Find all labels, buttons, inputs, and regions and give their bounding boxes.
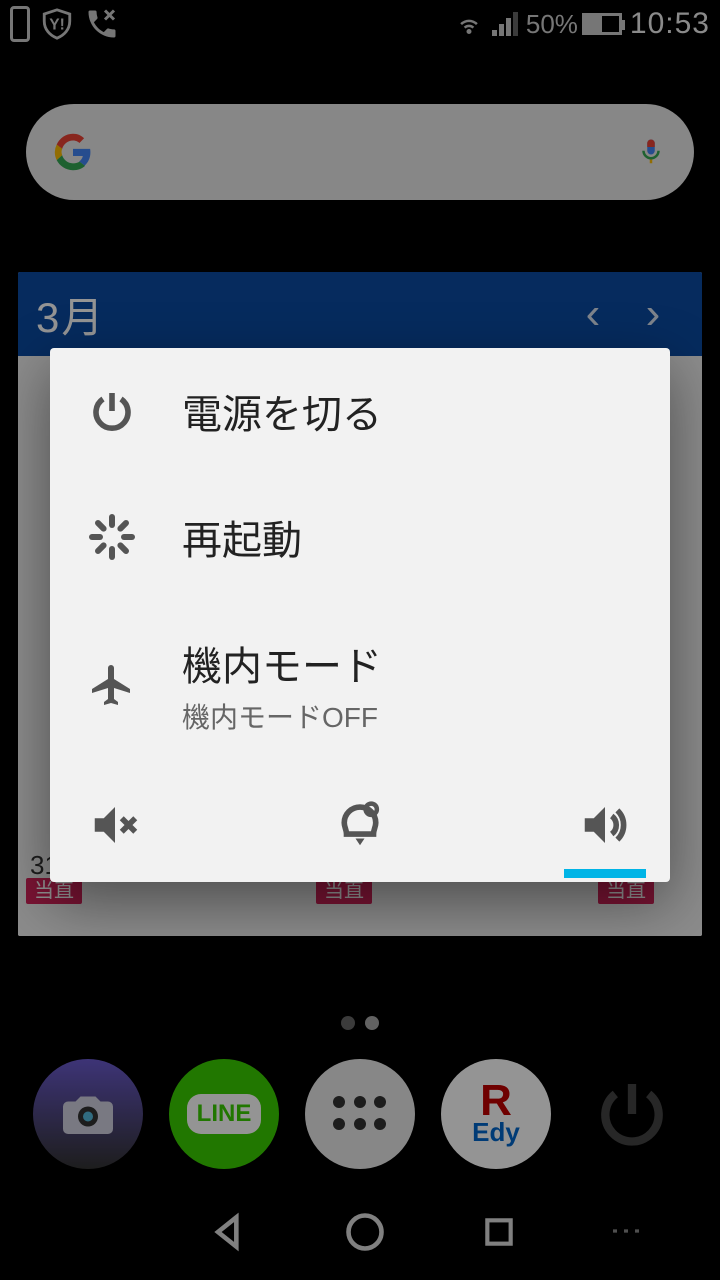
airplane-mode-sublabel: 機内モードOFF: [182, 696, 382, 736]
restart-icon: [82, 513, 142, 561]
airplane-mode-item[interactable]: 機内モード 機内モードOFF: [50, 600, 670, 770]
airplane-mode-label: 機内モード: [182, 634, 382, 692]
power-off-item[interactable]: 電源を切る: [50, 348, 670, 474]
sound-mode-row: [50, 770, 670, 882]
power-off-label: 電源を切る: [182, 382, 382, 440]
sound-on-button[interactable]: [570, 790, 640, 860]
sound-mute-button[interactable]: [80, 790, 150, 860]
airplane-icon: [82, 661, 142, 709]
sound-vibrate-button[interactable]: [325, 790, 395, 860]
restart-label: 再起動: [182, 508, 302, 566]
power-icon: [82, 387, 142, 435]
power-menu-dialog: 電源を切る 再起動 機内モード 機内モードOFF: [50, 348, 670, 882]
restart-item[interactable]: 再起動: [50, 474, 670, 600]
